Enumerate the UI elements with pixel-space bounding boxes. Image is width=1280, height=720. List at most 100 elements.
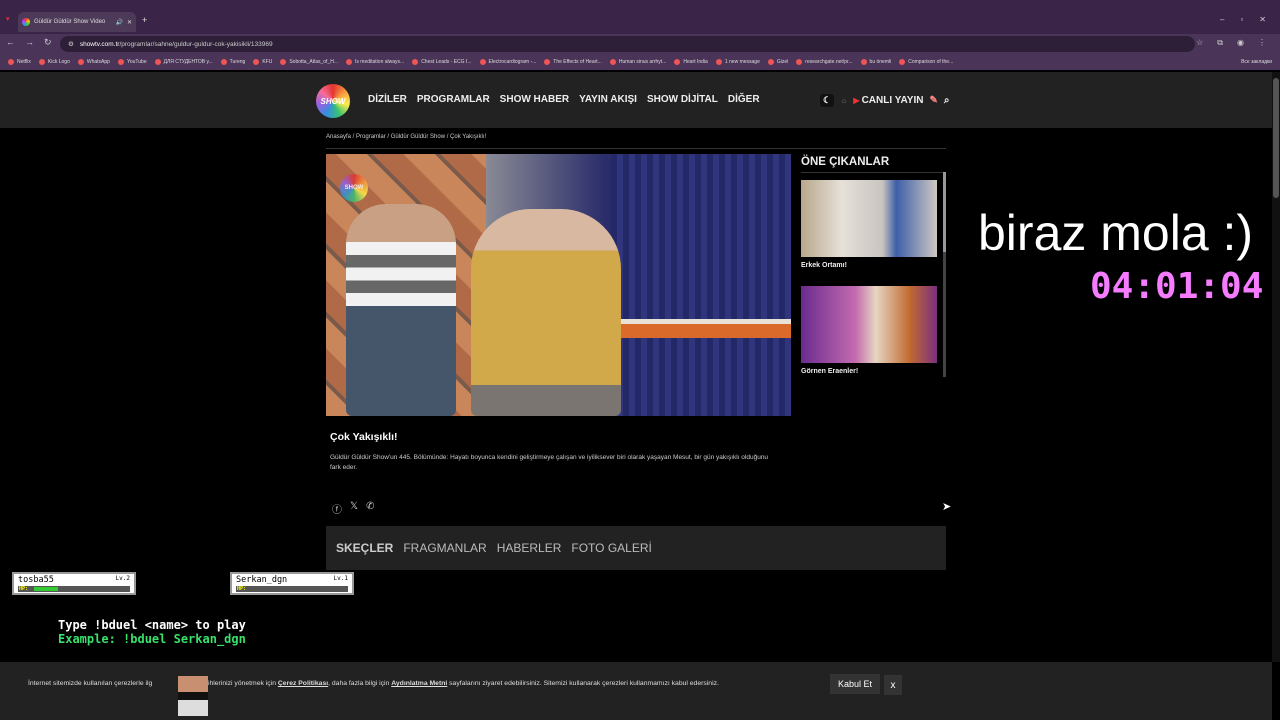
tab-favicon-icon — [22, 18, 30, 26]
bookmark-label: 1 new message — [724, 59, 760, 65]
bookmark-item[interactable]: Human sinus arrhyt... — [609, 59, 666, 65]
bookmark-item[interactable]: KFU — [253, 59, 272, 65]
tab-search-icon[interactable]: ▾ — [6, 15, 10, 23]
bookmark-label: Comparison of the... — [908, 59, 954, 65]
bookmark-item[interactable]: Chest Leads - ECG I... — [412, 59, 472, 65]
bookmark-item[interactable]: Gizel — [767, 59, 788, 65]
featured-scrollbar-thumb[interactable] — [943, 172, 946, 252]
address-bar[interactable]: ⚙ showtv.com.tr /programlar/sahne/guldur… — [60, 36, 1195, 52]
notification-icon[interactable]: ✎ — [929, 95, 937, 106]
cookie-text-part: İnternet sitemizde kullanılan çerezlerle… — [28, 680, 153, 687]
content-tab[interactable]: HABERLER — [497, 541, 562, 555]
bookmark-item[interactable]: Is meditation always... — [346, 59, 404, 65]
reload-icon[interactable]: ↻ — [44, 37, 52, 48]
x-twitter-icon[interactable]: 𝕏 — [350, 501, 358, 516]
featured-card[interactable]: Erkek Ortamı! — [801, 180, 937, 269]
bookmark-item[interactable]: WhatsApp — [77, 59, 110, 65]
page-scrollbar-thumb[interactable] — [1273, 78, 1279, 198]
content-tab[interactable]: FRAGMANLAR — [403, 541, 486, 555]
facebook-icon[interactable]: ⓕ — [332, 501, 342, 516]
light-mode-sun-icon[interactable]: ☼ — [840, 96, 847, 105]
nav-item[interactable]: PROGRAMLAR — [417, 94, 490, 105]
accept-cookies-button[interactable]: Kabul Et — [830, 674, 880, 694]
bookmark-item[interactable]: The Effects of Heart... — [544, 59, 602, 65]
bookmark-icon — [346, 59, 352, 65]
nav-item[interactable]: SHOW DİJİTAL — [647, 94, 718, 105]
menu-icon[interactable]: ⋮ — [1258, 38, 1266, 48]
featured-heading: ÖNE ÇIKANLAR — [801, 156, 890, 168]
bookmark-item[interactable]: Sobotta_Atlas_of_H... — [280, 59, 338, 65]
duel-player-card: tosba55 Lv.2 HP: — [12, 572, 136, 595]
logo-text: SHOW — [320, 96, 346, 106]
all-bookmarks-button[interactable]: Все закладки — [1241, 59, 1280, 65]
nav-item[interactable]: DİĞER — [728, 94, 760, 105]
content-tab[interactable]: SKEÇLER — [336, 541, 393, 555]
featured-card-title[interactable]: Erkek Ortamı! — [801, 262, 937, 269]
bookmark-icon — [253, 59, 260, 65]
dark-mode-moon-icon[interactable]: ☾ — [820, 94, 835, 107]
cookie-text-part: sayfalarını ziyaret edebilirsiniz. Sitem… — [447, 680, 719, 687]
new-tab-button[interactable]: + — [142, 15, 147, 25]
hp-fill — [34, 587, 58, 591]
live-broadcast-link[interactable]: CANLI YAYIN — [862, 95, 924, 106]
featured-thumbnail[interactable] — [801, 180, 937, 257]
bookmark-item[interactable]: YouTube — [117, 59, 147, 65]
back-icon[interactable]: ← — [6, 37, 15, 48]
content-tabs: SKEÇLER FRAGMANLAR HABERLER FOTO GALERİ — [326, 526, 946, 570]
content-tab[interactable]: FOTO GALERİ — [571, 541, 651, 555]
nav-item[interactable]: YAYIN AKIŞI — [579, 94, 637, 105]
privacy-notice-link[interactable]: Aydınlatma Metni — [391, 680, 447, 687]
profile-icon[interactable]: ◉ — [1237, 38, 1244, 48]
bookmark-icon — [796, 59, 803, 65]
nav-item[interactable]: DİZİLER — [368, 94, 407, 105]
forward-icon[interactable]: → — [25, 37, 34, 48]
featured-card-title[interactable]: Görnen Eraenler! — [801, 368, 937, 375]
maximize-icon[interactable]: ▫ — [1240, 15, 1243, 24]
whatsapp-icon[interactable]: ✆ — [366, 501, 374, 516]
bookmark-label: Sobotta_Atlas_of_H... — [289, 59, 338, 65]
search-icon[interactable]: ⌕ — [944, 95, 950, 106]
bookmark-item[interactable]: Netflix — [8, 59, 31, 65]
minimize-icon[interactable]: – — [1220, 15, 1224, 24]
breadcrumb[interactable]: Anasayfa / Programlar / Güldür Güldür Sh… — [326, 134, 486, 140]
cookie-policy-link[interactable]: Çerez Politikası — [278, 680, 328, 687]
bookmark-item[interactable]: Comparison of the... — [899, 59, 953, 65]
bookmark-label: Tureng — [229, 59, 246, 65]
bookmark-item[interactable]: Heart India — [674, 59, 708, 65]
tab-close-icon[interactable]: ✕ — [127, 19, 132, 26]
bookmark-star-icon[interactable]: ☆ — [1196, 38, 1203, 48]
video-player[interactable]: SHOW — [326, 154, 791, 416]
video-title: Çok Yakışıklı! — [330, 431, 398, 443]
featured-card[interactable]: Görnen Eraenler! — [801, 286, 937, 375]
bookmark-label: bu önemli — [869, 59, 892, 65]
player-hp-bar: HP: — [18, 586, 130, 592]
bookmark-icon — [77, 59, 84, 65]
extensions-icon[interactable]: ⧉ — [1217, 38, 1223, 48]
tab-audio-icon[interactable]: 🔊 — [115, 19, 122, 26]
video-person-right — [471, 209, 621, 416]
player-level: Lv.1 — [333, 575, 348, 582]
bookmark-label: KFU — [262, 59, 273, 65]
duel-player-card: Serkan_dgn Lv.1 HP: — [230, 572, 354, 595]
show-logo[interactable]: SHOW — [316, 84, 350, 118]
player-hp-bar: HP: — [236, 586, 348, 592]
bookmark-label: The Effects of Heart... — [553, 59, 602, 65]
site-info-icon[interactable]: ⚙ — [68, 40, 74, 48]
bookmark-item[interactable]: ДЛЯ СТУДЕНТОВ у... — [154, 59, 213, 65]
featured-thumbnail[interactable] — [801, 286, 937, 363]
bookmark-item[interactable]: researchgate.net/pr... — [796, 59, 853, 65]
bookmark-icon — [479, 59, 486, 65]
browser-tab-active[interactable]: Güldür Güldür Show Video 🔊 ✕ — [18, 12, 136, 32]
close-cookie-button[interactable]: x — [884, 675, 902, 695]
bookmark-item[interactable]: Tureng — [220, 59, 246, 65]
bookmark-item[interactable]: 1 new message — [715, 59, 760, 65]
bookmark-item[interactable]: Electrocardiogram -... — [479, 59, 536, 65]
bookmark-icon — [899, 59, 906, 65]
hp-label: HP: — [237, 586, 247, 592]
bookmark-item[interactable]: Kick Logo — [38, 59, 70, 65]
bookmark-label: Chest Leads - ECG I... — [421, 59, 472, 65]
window-close-icon[interactable]: ✕ — [1259, 15, 1266, 24]
cookie-text: İnternet sitemizde kullanılan çerezlerle… — [28, 680, 719, 687]
bookmark-item[interactable]: bu önemli — [860, 59, 892, 65]
nav-item[interactable]: SHOW HABER — [500, 94, 569, 105]
